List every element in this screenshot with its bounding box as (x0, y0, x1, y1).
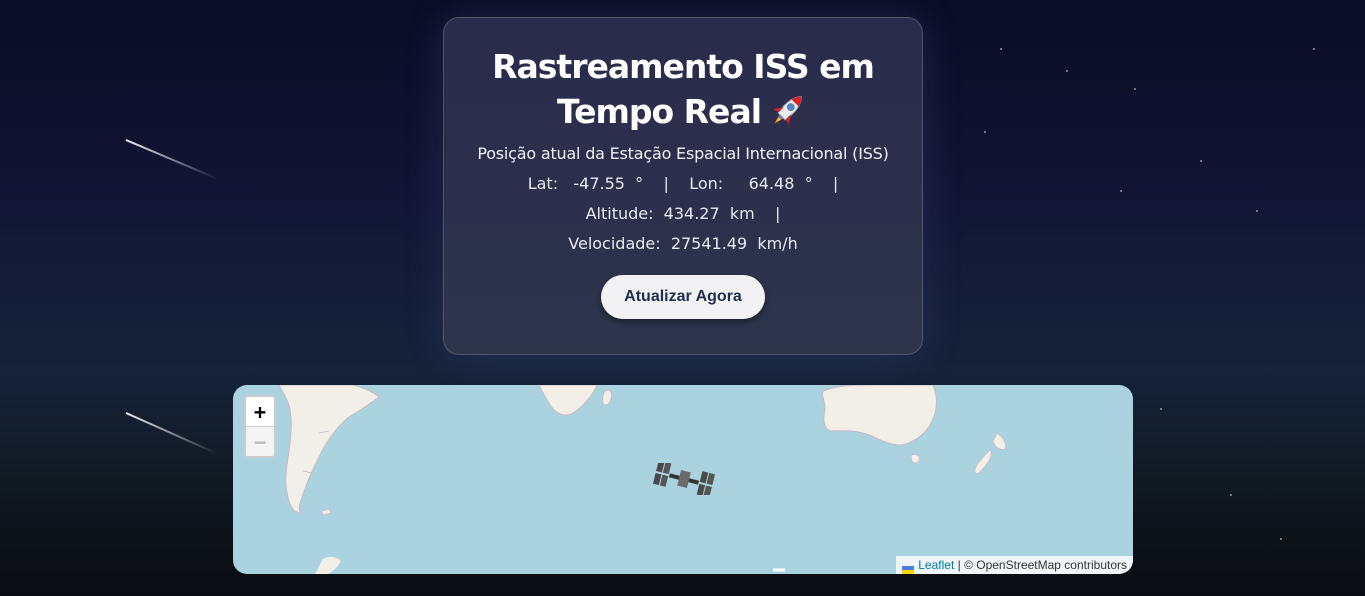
lon-unit: ° (804, 173, 813, 193)
altitude-unit: km (729, 203, 755, 223)
velocity-label: Velocidade: (568, 233, 661, 253)
zoom-out-button[interactable]: − (246, 427, 274, 456)
separator: | (832, 173, 839, 193)
land-africa (538, 385, 598, 416)
land-madagascar (602, 389, 612, 406)
velocity-unit: km/h (757, 233, 798, 253)
shooting-star (125, 412, 218, 455)
title-line-2: Tempo Real (556, 92, 762, 131)
lat-label: Lat: (527, 173, 559, 193)
velocity-row: Velocidade: 27541.49 km/h (444, 234, 922, 253)
lon-label: Lon: (689, 173, 724, 193)
altitude-value: 434.27 (663, 203, 720, 223)
background-star (1160, 408, 1162, 410)
altitude-label: Altitude: (585, 203, 654, 223)
refresh-button[interactable]: Atualizar Agora (601, 274, 765, 319)
lon-value: 64.48 (748, 173, 795, 193)
background-star (1000, 48, 1002, 50)
background-star (1230, 494, 1232, 496)
land-new-zealand-north (992, 432, 1006, 450)
land-new-zealand-south (974, 448, 992, 474)
separator: | (775, 203, 781, 223)
land-falklands (321, 508, 332, 516)
background-star (1120, 190, 1122, 192)
iss-map[interactable]: + − Leaflet | © OpenStreetMap contributo… (233, 385, 1133, 574)
leaflet-link[interactable]: Leaflet (918, 558, 954, 572)
title-line-1: Rastreamento ISS em (492, 47, 875, 86)
iss-info-card: Rastreamento ISS em Tempo Real Posição a… (443, 17, 923, 355)
background-star (1200, 160, 1202, 162)
zoom-in-button[interactable]: + (246, 397, 274, 427)
background-star (1313, 48, 1315, 50)
osm-attribution: | © OpenStreetMap contributors (957, 558, 1127, 572)
background-star (1256, 210, 1258, 212)
coordinates-row: Lat: -47.55 ° | Lon: 64.48 ° | (444, 174, 922, 193)
iss-station-icon[interactable] (653, 463, 715, 495)
lat-value: -47.55 (573, 173, 625, 193)
ukraine-flag-icon (902, 561, 915, 574)
background-star (1066, 70, 1068, 72)
land-south-america (278, 385, 380, 514)
map-attribution: Leaflet | © OpenStreetMap contributors (896, 556, 1133, 574)
land-australia (821, 385, 937, 446)
subtitle: Posição atual da Estação Espacial Intern… (477, 143, 889, 163)
background-star (1280, 538, 1282, 540)
page-title: Rastreamento ISS em Tempo Real (444, 44, 922, 135)
separator: | (663, 173, 669, 193)
background-star (1134, 88, 1136, 90)
background-star (984, 131, 986, 133)
land-antarctic-peninsula (315, 556, 341, 574)
shooting-star (125, 139, 219, 180)
zoom-control: + − (244, 395, 276, 458)
altitude-row: Altitude: 434.27 km | (444, 204, 922, 223)
velocity-value: 27541.49 (670, 233, 748, 253)
lat-unit: ° (635, 173, 644, 193)
land-tasmania (910, 454, 920, 464)
rocket-icon (767, 89, 809, 131)
